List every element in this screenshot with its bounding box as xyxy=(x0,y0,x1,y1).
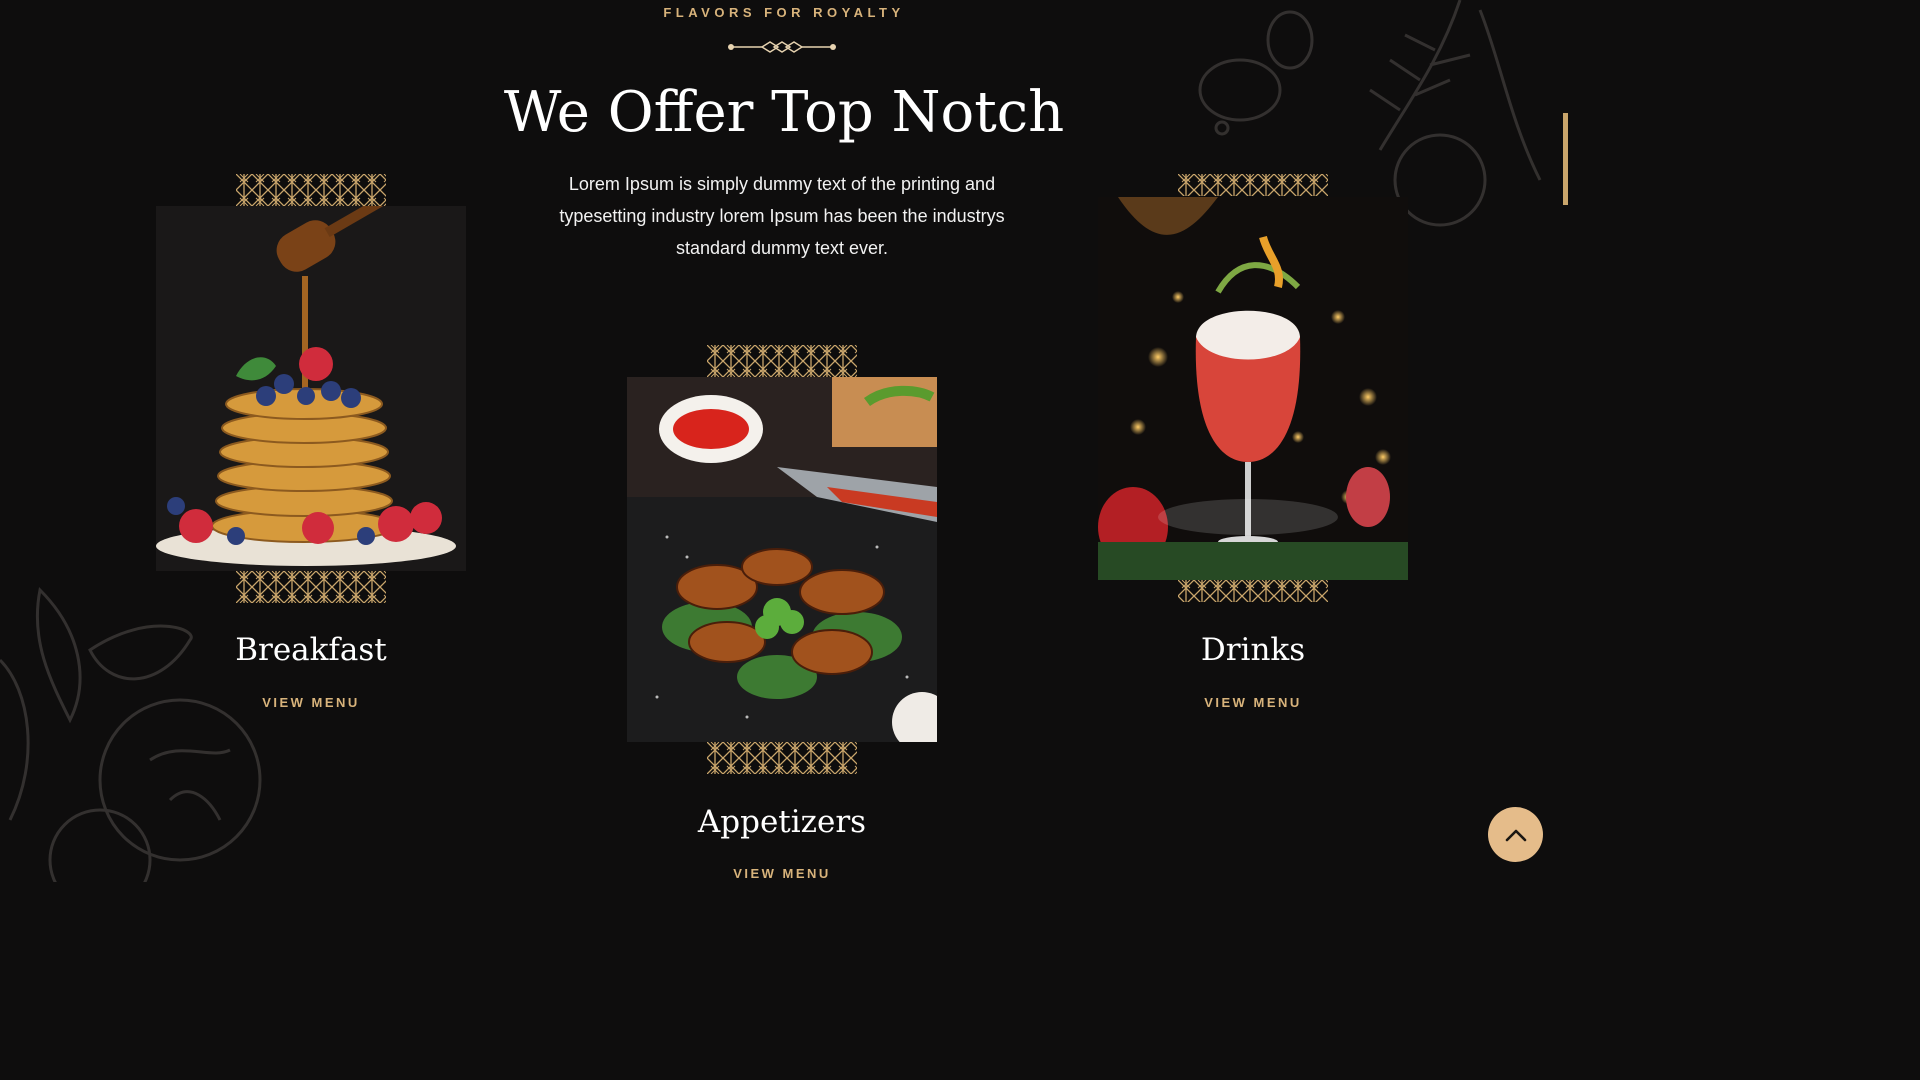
intro-text: Lorem Ipsum is simply dummy text of the … xyxy=(559,174,1005,258)
section-subtitle: FLAVORS FOR ROYALTY xyxy=(663,5,905,20)
botanical-sketch-left xyxy=(0,586,262,882)
lattice-pattern-top xyxy=(707,345,857,377)
item-title-drinks: Drinks xyxy=(1200,632,1306,668)
lattice-pattern-bottom xyxy=(236,571,386,603)
page-title: We Offer Top Notch xyxy=(503,80,1065,145)
item-title-appetizers: Appetizers xyxy=(697,804,867,840)
chevron-up-icon xyxy=(1505,829,1526,841)
lattice-pattern-bottom xyxy=(1178,580,1328,602)
grilled-wings-photo xyxy=(627,377,937,742)
cocktail-photo xyxy=(1098,197,1408,580)
item-title-breakfast: Breakfast xyxy=(235,632,387,668)
lattice-pattern-bottom xyxy=(707,742,857,774)
scroll-to-top-button[interactable] xyxy=(1488,807,1543,862)
ornament-divider-icon xyxy=(728,41,836,53)
lattice-pattern-top xyxy=(236,174,386,206)
view-menu-link-drinks[interactable]: VIEW MENU xyxy=(1098,695,1408,710)
pancakes-photo xyxy=(156,206,466,571)
view-menu-link-breakfast[interactable]: VIEW MENU xyxy=(156,695,466,710)
view-menu-link-appetizers[interactable]: VIEW MENU xyxy=(627,866,937,881)
